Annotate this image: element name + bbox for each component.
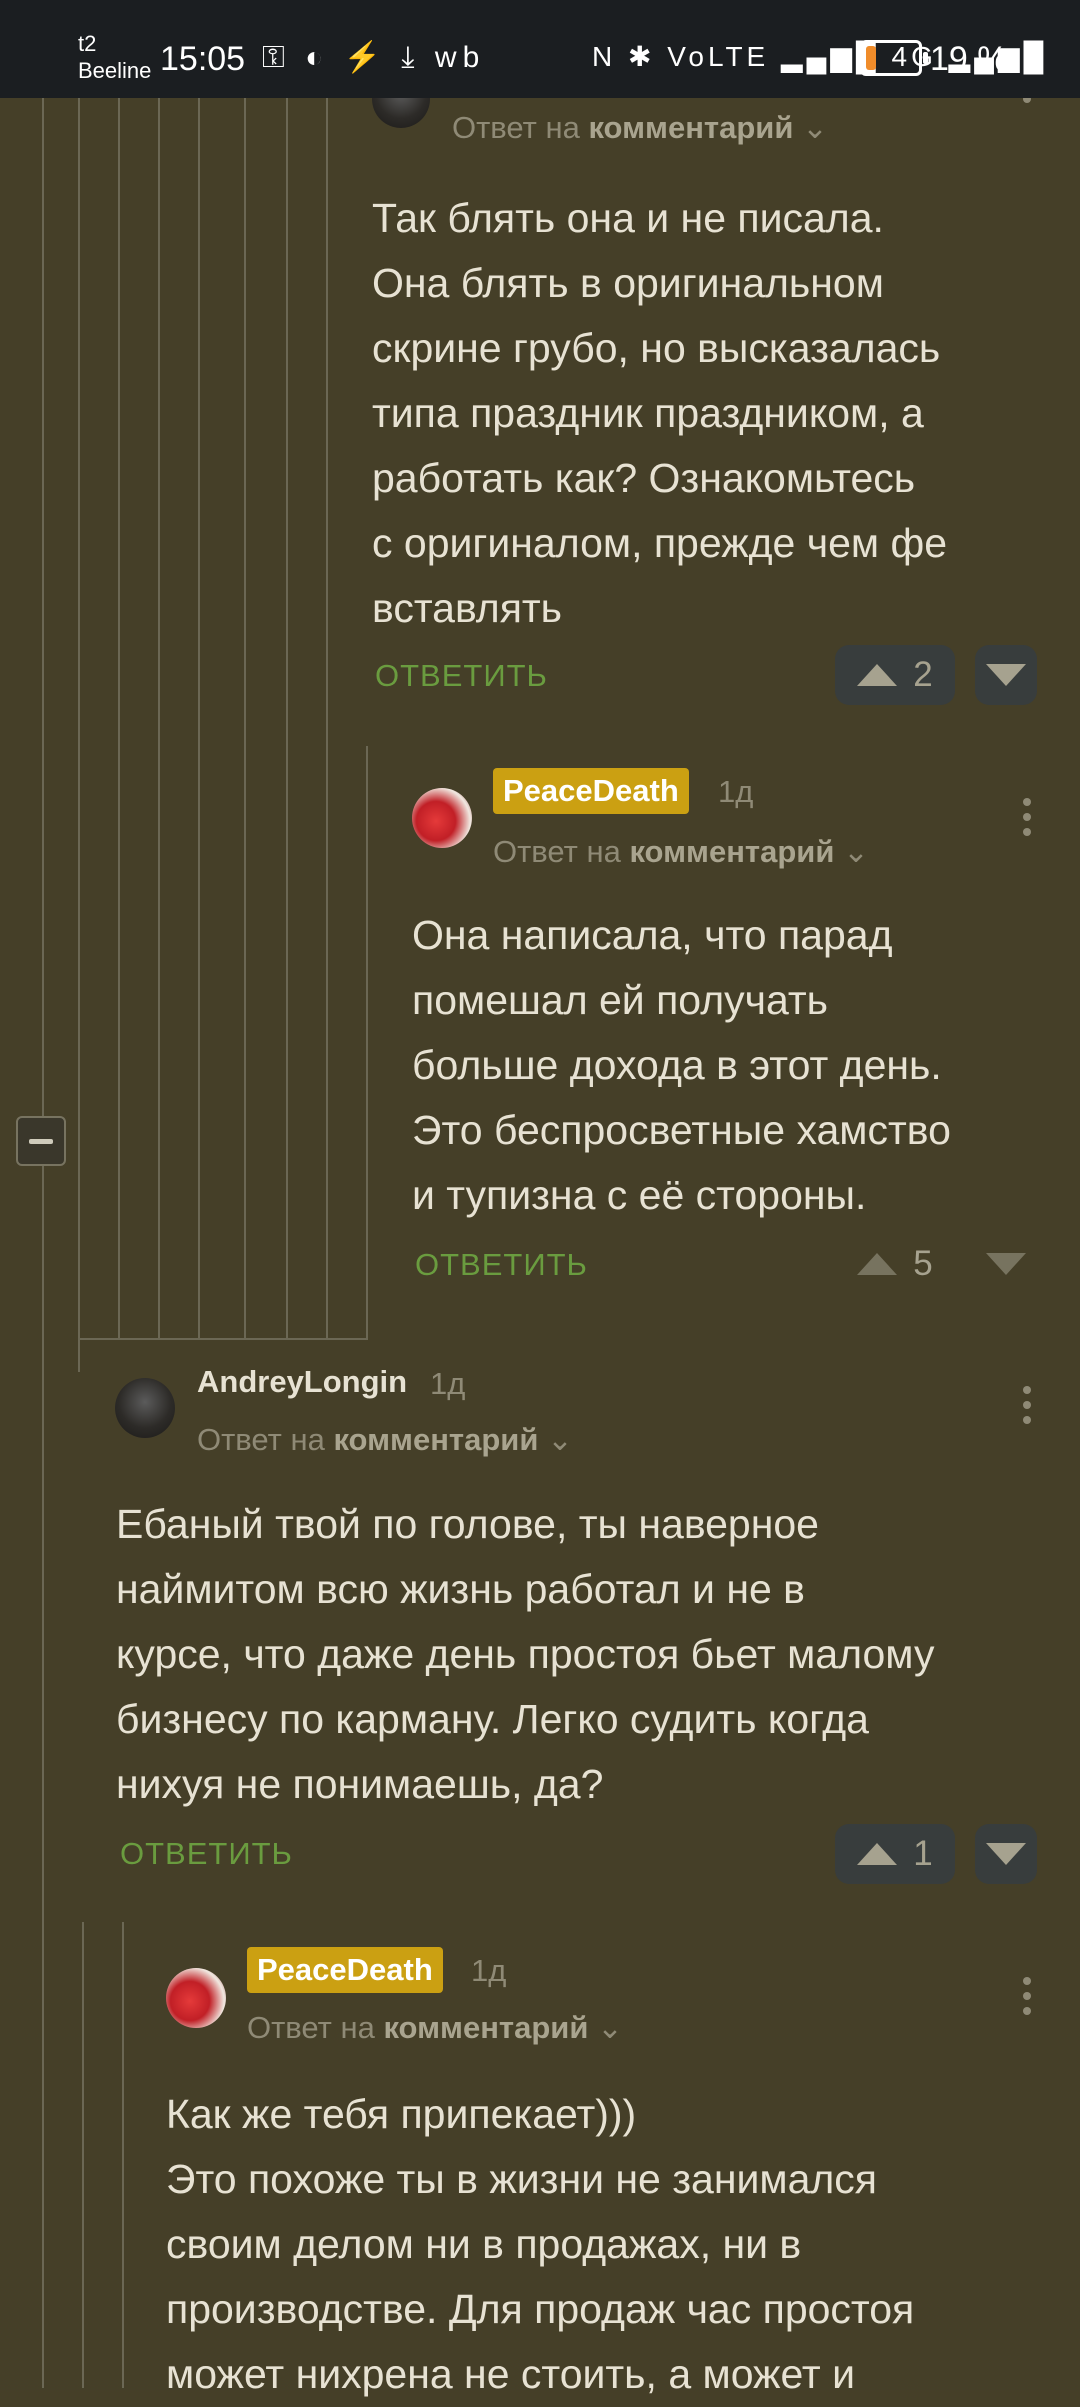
thread-line[interactable] [78, 98, 80, 1338]
comment-text: Как же тебя припекает))) Это похоже ты в… [166, 2091, 915, 2397]
thread-line[interactable] [78, 1338, 80, 1372]
battery-percent: 19 % [930, 40, 1008, 78]
avatar[interactable] [412, 788, 472, 848]
more-options-icon[interactable] [1021, 1977, 1033, 2023]
thread-connector [78, 1338, 368, 1340]
battery-fill [866, 46, 876, 70]
arrow-up-icon [857, 664, 898, 686]
carrier-label: t2 Beeline [78, 31, 152, 83]
comment-time: 1д [471, 1953, 507, 1988]
more-options-icon[interactable] [1021, 1386, 1033, 1432]
reply-to-link[interactable]: Ответ на комментарий ⌄ [493, 834, 869, 870]
reply-button[interactable]: ОТВЕТИТЬ [415, 1247, 588, 1283]
avatar[interactable] [115, 1378, 175, 1438]
author-name[interactable]: PeaceDeath [493, 768, 689, 814]
chevron-down-icon: ⌄ [843, 834, 869, 869]
battery-icon [860, 40, 928, 76]
arrow-down-icon [986, 664, 1026, 686]
author-name[interactable]: AndreyLongin [197, 1364, 407, 1400]
thread-line[interactable] [244, 98, 246, 1338]
reply-to-link[interactable]: Ответ на комментарий ⌄ [197, 1422, 573, 1458]
reply-to-link[interactable]: Ответ на комментарий ⌄ [452, 110, 828, 146]
arrow-up-icon [857, 1253, 898, 1275]
thread-line[interactable] [158, 98, 160, 1338]
thread-line[interactable] [198, 98, 200, 1338]
upvote-button[interactable]: 1 [835, 1824, 955, 1884]
comment-text: Так блять она и не писала. Она блять в о… [372, 195, 948, 631]
arrow-down-icon [986, 1253, 1026, 1275]
reply-button[interactable]: ОТВЕТИТЬ [120, 1836, 293, 1872]
downvote-button[interactable] [975, 645, 1037, 705]
collapse-thread-button[interactable] [16, 1116, 66, 1166]
chevron-down-icon: ⌄ [802, 110, 828, 145]
more-options-icon[interactable] [1021, 798, 1033, 844]
status-bar: t2 Beeline 15:05 ⚿ ◐ ⚡ ⤓ wb N ✱ VoLTE ▂▄… [0, 0, 1080, 98]
thread-line[interactable] [366, 746, 368, 1338]
thread-line[interactable] [118, 98, 120, 1338]
author-name[interactable]: PeaceDeath [247, 1947, 443, 1993]
thread-line[interactable] [122, 1922, 124, 2388]
thread-line[interactable] [326, 98, 328, 1338]
comment-text: Она написала, что парад помешал ей получ… [412, 912, 951, 1218]
chevron-down-icon: ⌄ [547, 1422, 573, 1457]
notification-icons: ⚿ ◐ ⚡ ⤓ wb [262, 41, 486, 74]
reply-to-link[interactable]: Ответ на комментарий ⌄ [247, 2010, 623, 2046]
thread-line[interactable] [286, 98, 288, 1338]
arrow-down-icon [986, 1843, 1026, 1865]
vote-count: 1 [913, 1834, 933, 1873]
clock: 15:05 [160, 40, 246, 78]
minus-icon [29, 1138, 53, 1144]
thread-line[interactable] [42, 98, 44, 2388]
vote-count: 5 [913, 1244, 933, 1283]
vote-count: 2 [913, 655, 933, 694]
comment-text: Ебаный твой по голове, ты наверное найми… [116, 1501, 935, 1807]
downvote-button[interactable] [975, 1234, 1037, 1294]
chevron-down-icon: ⌄ [597, 2010, 623, 2045]
arrow-up-icon [857, 1843, 898, 1865]
upvote-button[interactable]: 2 [835, 645, 955, 705]
avatar[interactable] [166, 1968, 226, 2028]
downvote-button[interactable] [975, 1824, 1037, 1884]
reply-button[interactable]: ОТВЕТИТЬ [375, 658, 548, 694]
comment-time: 1д [718, 774, 754, 809]
comment-time: 1д [430, 1366, 466, 1401]
upvote-button[interactable]: 5 [835, 1234, 955, 1294]
thread-line[interactable] [82, 1922, 84, 2388]
